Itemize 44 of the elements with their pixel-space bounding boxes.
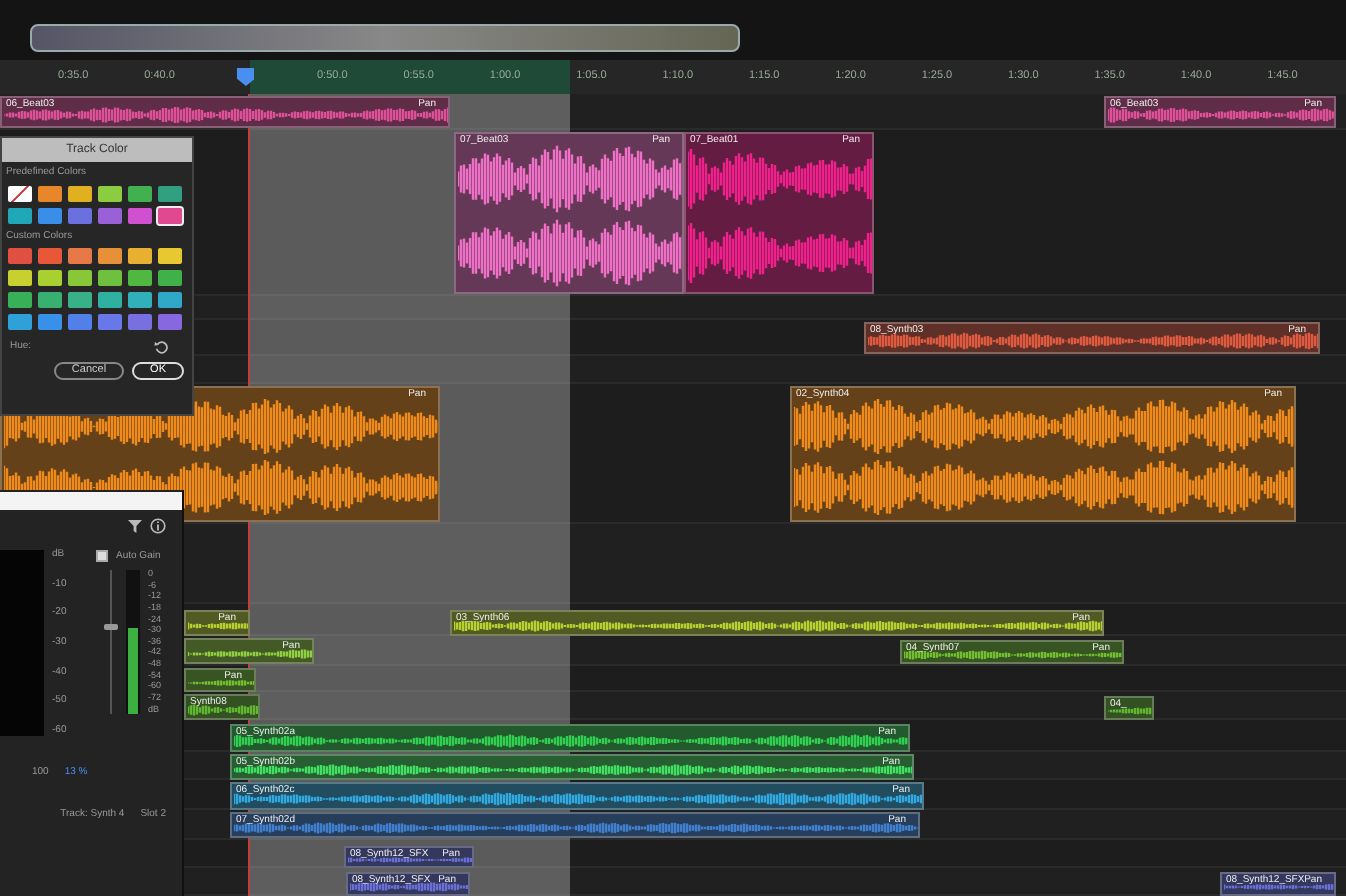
color-swatch[interactable]	[98, 314, 122, 330]
color-swatch[interactable]	[158, 248, 182, 264]
reset-icon[interactable]	[154, 340, 168, 354]
color-swatch[interactable]	[98, 207, 122, 223]
filter-icon[interactable]	[128, 518, 142, 534]
color-swatch[interactable]	[158, 185, 182, 201]
color-swatch[interactable]	[68, 292, 92, 308]
playhead-icon[interactable]	[236, 68, 255, 86]
color-swatch[interactable]	[38, 314, 62, 330]
color-swatch[interactable]	[8, 207, 32, 223]
color-swatch[interactable]	[128, 185, 152, 201]
no-color-swatch[interactable]	[8, 185, 32, 201]
color-swatch[interactable]	[128, 270, 152, 286]
color-swatch[interactable]	[158, 270, 182, 286]
input-field[interactable]	[0, 492, 182, 510]
overview-scrollbar[interactable]	[30, 24, 740, 52]
color-swatch[interactable]	[8, 270, 32, 286]
color-swatch[interactable]	[38, 207, 62, 223]
color-swatch[interactable]	[158, 207, 182, 223]
color-swatch[interactable]	[68, 207, 92, 223]
color-swatch[interactable]	[68, 185, 92, 201]
color-swatch[interactable]	[98, 248, 122, 264]
color-swatch[interactable]	[128, 292, 152, 308]
color-swatch[interactable]	[8, 248, 32, 264]
color-swatch[interactable]	[68, 270, 92, 286]
color-swatch[interactable]	[98, 292, 122, 308]
color-swatch[interactable]	[38, 270, 62, 286]
color-swatch[interactable]	[128, 207, 152, 223]
color-swatch[interactable]	[98, 185, 122, 201]
color-swatch[interactable]	[38, 248, 62, 264]
info-icon[interactable]	[150, 518, 166, 534]
auto-gain-checkbox[interactable]	[96, 550, 108, 562]
color-swatch[interactable]	[38, 292, 62, 308]
slider-thumb[interactable]	[104, 624, 118, 631]
color-swatch[interactable]	[68, 248, 92, 264]
color-swatch[interactable]	[38, 185, 62, 201]
color-swatch[interactable]	[128, 248, 152, 264]
color-swatch[interactable]	[8, 314, 32, 330]
color-swatch[interactable]	[98, 270, 122, 286]
color-swatch[interactable]	[8, 292, 32, 308]
color-swatch[interactable]	[68, 314, 92, 330]
color-swatch[interactable]	[128, 314, 152, 330]
color-swatch[interactable]	[158, 292, 182, 308]
color-swatch[interactable]	[158, 314, 182, 330]
